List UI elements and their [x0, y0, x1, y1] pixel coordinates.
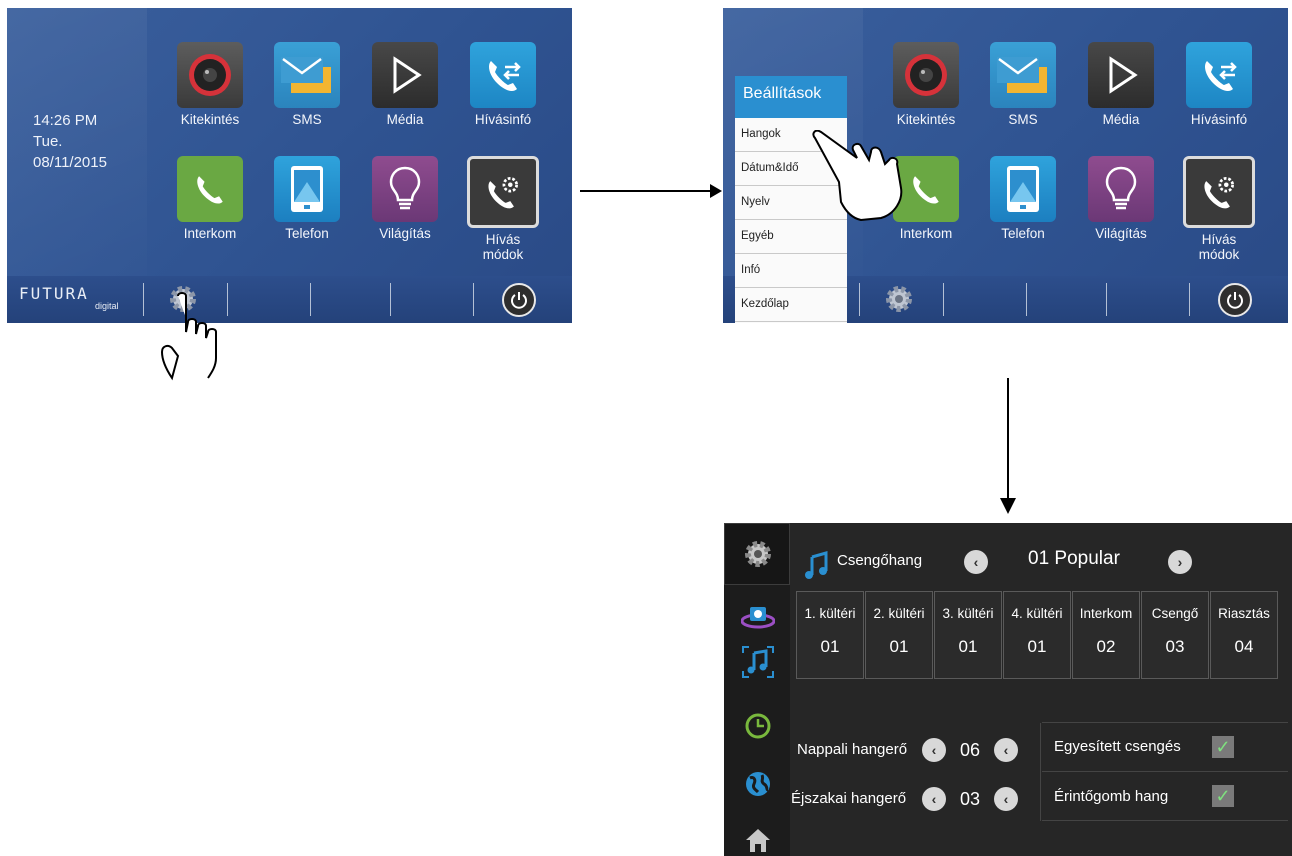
- power-icon: [1227, 292, 1243, 309]
- home-icon[interactable]: [741, 823, 775, 856]
- clock-date: 08/11/2015: [33, 154, 107, 171]
- app-kitekintes[interactable]: Kitekintés: [165, 42, 255, 127]
- app-sms[interactable]: SMS: [262, 42, 352, 127]
- call-settings-icon: [1183, 156, 1255, 228]
- night-volume-up-button[interactable]: ‹: [994, 787, 1018, 811]
- ringtone-cell[interactable]: Interkom 02: [1072, 591, 1140, 679]
- clock-icon[interactable]: [741, 709, 775, 743]
- ringtone-cell[interactable]: 3. kültéri 01: [934, 591, 1002, 679]
- app-hivasinfo[interactable]: Hívásinfó: [458, 42, 548, 127]
- sound-settings-screen: Csengőhang ‹ 01 Popular › 1. kültéri 01 2…: [724, 523, 1292, 856]
- app-media[interactable]: Média: [1076, 42, 1166, 127]
- flow-arrow-right: [580, 184, 722, 198]
- power-button[interactable]: [502, 283, 536, 317]
- ringtone-cell[interactable]: 2. kültéri 01: [865, 591, 933, 679]
- app-hivas-modok[interactable]: Hívás módok: [458, 156, 548, 262]
- settings-menu-title: Beállítások: [735, 76, 847, 118]
- power-button[interactable]: [1218, 283, 1252, 317]
- ringtone-cell[interactable]: 4. kültéri 01: [1003, 591, 1071, 679]
- night-volume-value: 03: [960, 789, 981, 809]
- settings-sidebar: [724, 523, 790, 856]
- day-volume-value: 06: [960, 740, 981, 760]
- ringtone-table: 1. kültéri 01 2. kültéri 01 3. kültéri 01 4…: [796, 591, 1278, 679]
- unified-ring-checkbox[interactable]: ✓: [1212, 736, 1234, 758]
- bulb-icon: [372, 156, 438, 222]
- play-icon: [1088, 42, 1154, 108]
- day-volume-label: Nappali hangerő: [797, 741, 908, 758]
- camera-settings-icon[interactable]: [741, 599, 775, 633]
- bottom-bar: FUTURA digital: [7, 276, 572, 323]
- flow-arrow-down: [1000, 378, 1016, 514]
- bulb-icon: [1088, 156, 1154, 222]
- day-volume-down-button[interactable]: ‹: [922, 738, 946, 762]
- pointing-hand-icon: [160, 292, 217, 381]
- message-icon: [990, 42, 1056, 108]
- app-telefon[interactable]: Telefon: [262, 156, 352, 241]
- pointing-hand-icon: [812, 130, 903, 222]
- ringtone-cell[interactable]: 1. kültéri 01: [796, 591, 864, 679]
- ringtone-cell[interactable]: Riasztás 04: [1210, 591, 1278, 679]
- menu-item-egyeb[interactable]: Egyéb: [735, 220, 847, 254]
- message-icon: [274, 42, 340, 108]
- clock: 14:26 PM Tue. 08/11/2015: [33, 110, 107, 173]
- touch-sound-label: Érintőgomb hang: [1054, 788, 1169, 805]
- call-settings-icon: [467, 156, 539, 228]
- app-vilagitas[interactable]: Világítás: [360, 156, 450, 241]
- futura-logo: FUTURA digital: [19, 284, 119, 311]
- menu-item-info[interactable]: Infó: [735, 254, 847, 288]
- touch-sound-checkbox[interactable]: ✓: [1212, 785, 1234, 807]
- app-kitekintes[interactable]: Kitekintés: [881, 42, 971, 127]
- tablet-icon: [274, 156, 340, 222]
- home-screen-settings-open: Kitekintés SMS Média Hívásinfó Interkom …: [723, 8, 1288, 323]
- app-hivasinfo[interactable]: Hívásinfó: [1174, 42, 1264, 127]
- camera-icon: [177, 42, 243, 108]
- menu-item-kezdolap[interactable]: Kezdőlap: [735, 288, 847, 322]
- clock-day: Tue.: [33, 133, 63, 150]
- music-note-icon: [805, 551, 828, 579]
- app-telefon[interactable]: Telefon: [978, 156, 1068, 241]
- ringtone-label: Csengőhang: [837, 552, 923, 569]
- ringtone-value: 01 Popular: [1028, 548, 1120, 569]
- music-icon[interactable]: [741, 645, 775, 679]
- globe-icon[interactable]: [741, 767, 775, 801]
- night-volume-label: Éjszakai hangerő: [791, 790, 907, 807]
- night-volume-down-button[interactable]: ‹: [922, 787, 946, 811]
- day-volume-up-button[interactable]: ‹: [994, 738, 1018, 762]
- app-interkom[interactable]: Interkom: [165, 156, 255, 241]
- app-media[interactable]: Média: [360, 42, 450, 127]
- call-info-icon: [470, 42, 536, 108]
- clock-time: 14:26 PM: [33, 112, 98, 129]
- settings-gear-button[interactable]: [883, 283, 915, 320]
- camera-icon: [893, 42, 959, 108]
- unified-ring-label: Egyesített csengés: [1054, 738, 1181, 755]
- app-hivas-modok[interactable]: Hívás módok: [1174, 156, 1264, 262]
- power-icon: [511, 292, 527, 309]
- gear-icon[interactable]: [741, 537, 775, 571]
- phone-icon: [177, 156, 243, 222]
- tablet-icon: [990, 156, 1056, 222]
- call-info-icon: [1186, 42, 1252, 108]
- play-icon: [372, 42, 438, 108]
- ringtone-cell[interactable]: Csengő 03: [1141, 591, 1209, 679]
- app-sms[interactable]: SMS: [978, 42, 1068, 127]
- app-vilagitas[interactable]: Világítás: [1076, 156, 1166, 241]
- ringtone-prev-button[interactable]: ‹: [964, 550, 988, 574]
- ringtone-next-button[interactable]: ›: [1168, 550, 1192, 574]
- home-screen: 14:26 PM Tue. 08/11/2015 Kitekintés SMS …: [7, 8, 572, 323]
